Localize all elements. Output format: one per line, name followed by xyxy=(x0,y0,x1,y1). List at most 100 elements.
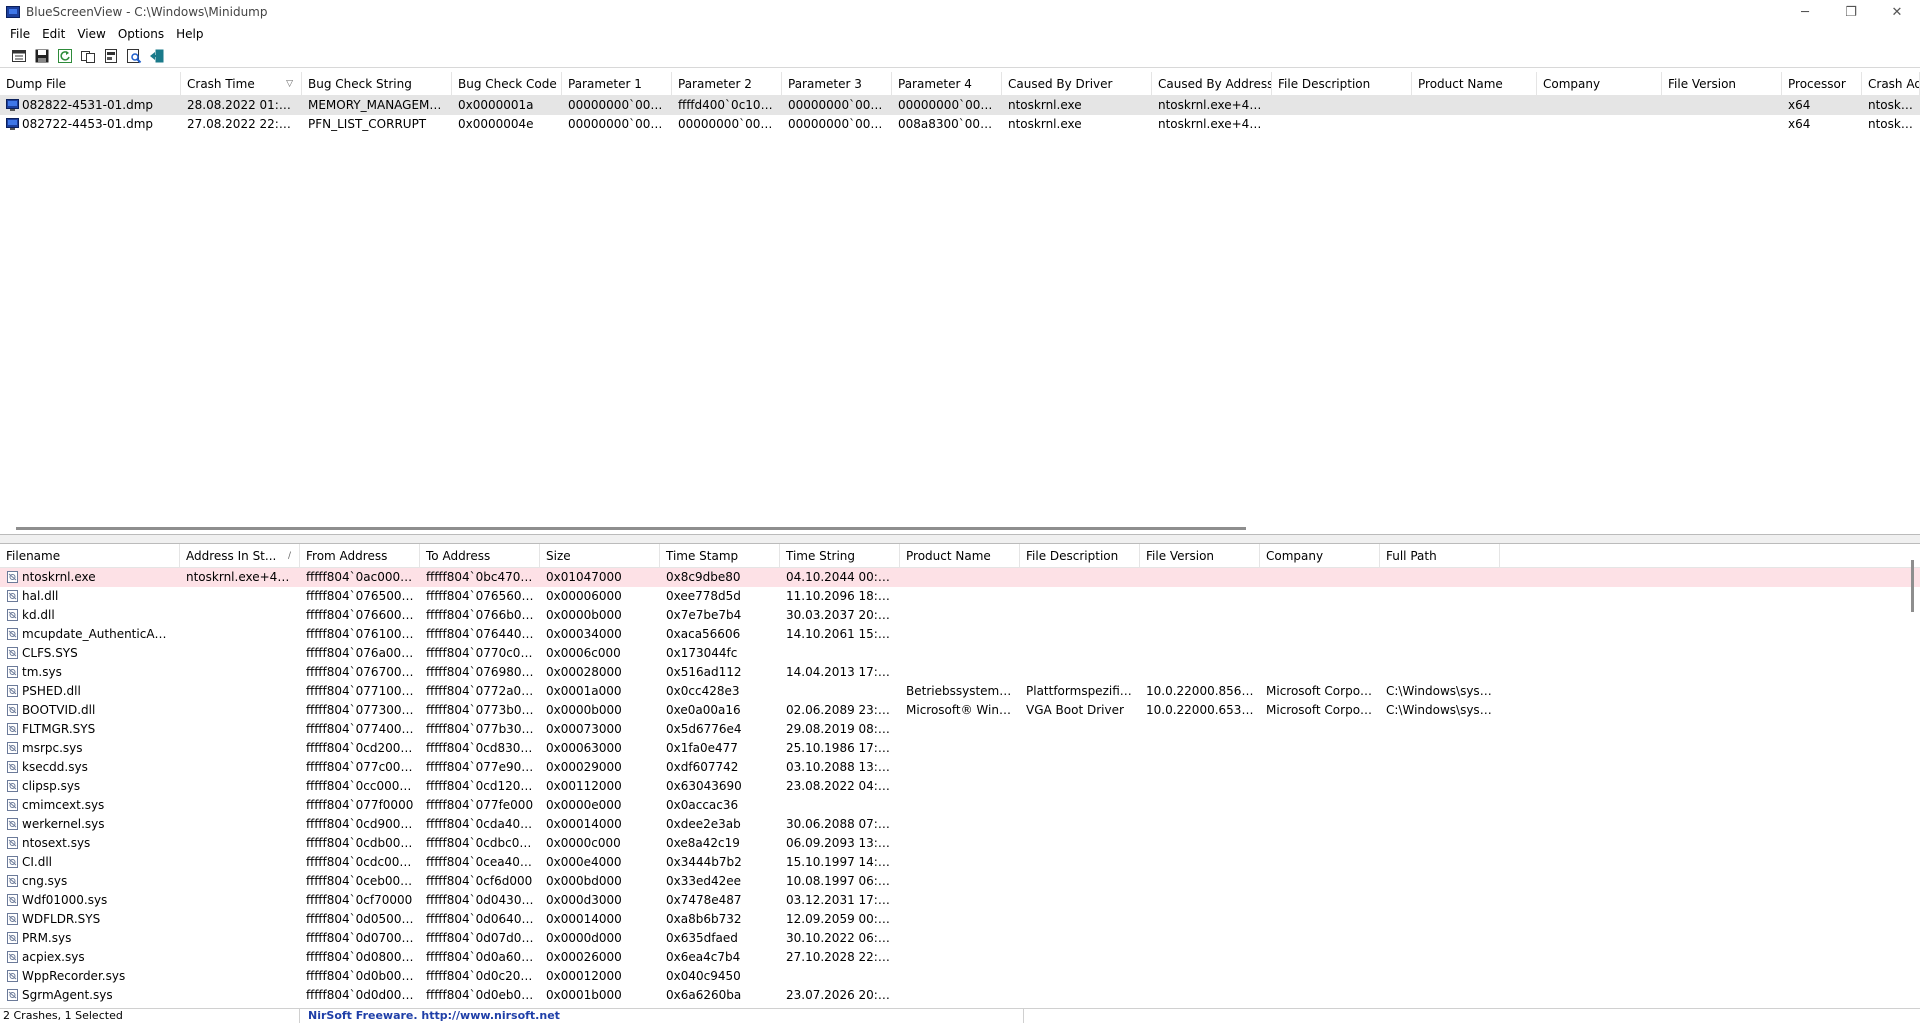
table-row[interactable]: BOOTVID.dll fffff804`07730000 fffff804`077… xyxy=(0,701,1920,720)
table-cell: 10.0.22000.653 (Wi... xyxy=(1146,703,1260,717)
lower-column-header[interactable]: Product Name xyxy=(900,544,1020,567)
table-row[interactable]: clipsp.sys fffff804`0cc00000 fffff804`0cd1… xyxy=(0,777,1920,796)
table-row[interactable]: 082722-4453-01.dmp 27.08.2022 22:25:13 PFN… xyxy=(0,115,1920,134)
lower-column-header[interactable]: Full Path xyxy=(1380,544,1500,567)
restore-button[interactable]: ❐ xyxy=(1828,0,1874,24)
cell-text: 082822-4531-01.dmp xyxy=(22,98,154,112)
table-row[interactable]: CI.dll fffff804`0cdc0000 fffff804`0cea4000… xyxy=(0,853,1920,872)
table-cell: ntoskrnl.exe+4d8b... xyxy=(186,570,300,584)
lower-column-header[interactable]: File Version xyxy=(1140,544,1260,567)
menu-options[interactable]: Options xyxy=(112,24,170,44)
menu-help[interactable]: Help xyxy=(170,24,209,44)
table-row[interactable]: SgrmAgent.sys fffff804`0d0d0000 fffff804`0… xyxy=(0,986,1920,1005)
table-row[interactable]: cng.sys fffff804`0ceb0000 fffff804`0cf6d00… xyxy=(0,872,1920,891)
table-row[interactable]: 082822-4531-01.dmp 28.08.2022 01:03:21 MEM… xyxy=(0,96,1920,115)
find-button[interactable] xyxy=(123,46,145,66)
table-cell xyxy=(1260,815,1380,834)
table-row[interactable]: WDFLDR.SYS fffff804`0d050000 fffff804`0d06… xyxy=(0,910,1920,929)
upper-column-header[interactable]: Crash Time ▽ xyxy=(181,72,302,95)
upper-column-header[interactable]: File Description xyxy=(1272,72,1412,95)
table-row[interactable]: mcupdate_AuthenticAMD.dll fffff804`076100… xyxy=(0,625,1920,644)
table-row[interactable]: CLFS.SYS fffff804`076a0000 fffff804`0770c0… xyxy=(0,644,1920,663)
table-row[interactable]: PRM.sys fffff804`0d070000 fffff804`0d07d00… xyxy=(0,929,1920,948)
table-cell: 0x7e7be7b4 xyxy=(666,608,742,622)
table-cell xyxy=(1380,967,1500,986)
driver-list-vertical-scrollbar[interactable] xyxy=(1911,560,1914,612)
table-row[interactable]: ntosext.sys fffff804`0cdb0000 fffff804`0cd… xyxy=(0,834,1920,853)
table-row[interactable]: acpiex.sys fffff804`0d080000 fffff804`0d0a… xyxy=(0,948,1920,967)
table-cell: 14.10.2061 15:05:10 xyxy=(786,627,900,641)
lower-column-header[interactable]: Address In St... ∕ xyxy=(180,544,300,567)
table-row[interactable]: werkernel.sys fffff804`0cd90000 fffff804`0… xyxy=(0,815,1920,834)
table-cell xyxy=(180,910,300,929)
menu-view[interactable]: View xyxy=(71,24,111,44)
lower-column-header[interactable]: Time String xyxy=(780,544,900,567)
table-cell xyxy=(1140,910,1260,929)
table-cell: fffff804`0cea4000 xyxy=(426,855,536,869)
upper-column-header[interactable]: Bug Check String xyxy=(302,72,452,95)
copy-button[interactable] xyxy=(77,46,99,66)
table-row[interactable]: hal.dll fffff804`07650000 fffff804`0765600… xyxy=(0,587,1920,606)
save-button[interactable] xyxy=(31,46,53,66)
upper-column-header[interactable]: Crash Add xyxy=(1862,72,1920,95)
lower-column-header[interactable]: File Description xyxy=(1020,544,1140,567)
table-row[interactable]: ksecdd.sys fffff804`077c0000 fffff804`077e… xyxy=(0,758,1920,777)
table-row[interactable]: ntoskrnl.exe ntoskrnl.exe+4d8b... fffff804… xyxy=(0,568,1920,587)
upper-column-header[interactable]: Parameter 1 xyxy=(562,72,672,95)
table-cell xyxy=(1020,948,1140,967)
lower-column-header[interactable]: Size xyxy=(540,544,660,567)
lower-column-header[interactable]: Filename xyxy=(0,544,180,567)
refresh-button[interactable] xyxy=(54,46,76,66)
table-row[interactable]: msrpc.sys fffff804`0cd20000 fffff804`0cd83… xyxy=(0,739,1920,758)
lower-column-header[interactable]: To Address xyxy=(420,544,540,567)
menu-file[interactable]: File xyxy=(4,24,36,44)
upper-column-header[interactable]: File Version xyxy=(1662,72,1782,95)
table-cell: 082822-4531-01.dmp xyxy=(0,96,181,115)
lower-column-header[interactable]: Company xyxy=(1260,544,1380,567)
upper-column-header[interactable]: Caused By Address xyxy=(1152,72,1272,95)
upper-column-header[interactable]: Bug Check Code xyxy=(452,72,562,95)
table-cell: fffff804`0cda4000 xyxy=(426,817,536,831)
table-cell xyxy=(1380,815,1500,834)
upper-column-header[interactable]: Dump File xyxy=(0,72,181,95)
table-row[interactable]: Wdf01000.sys fffff804`0cf70000 fffff804`0d… xyxy=(0,891,1920,910)
upper-column-header[interactable]: Product Name xyxy=(1412,72,1537,95)
table-row[interactable]: FLTMGR.SYS fffff804`07740000 fffff804`077b… xyxy=(0,720,1920,739)
table-cell xyxy=(1020,891,1140,910)
pane-splitter[interactable] xyxy=(0,535,1920,543)
module-file-icon xyxy=(7,970,18,982)
upper-column-header[interactable]: Processor xyxy=(1782,72,1862,95)
lower-column-header[interactable]: From Address xyxy=(300,544,420,567)
table-row[interactable]: cmimcext.sys fffff804`077f0000 fffff804`07… xyxy=(0,796,1920,815)
exit-button[interactable] xyxy=(146,46,168,66)
upper-column-header[interactable]: Parameter 3 xyxy=(782,72,892,95)
table-cell: cmimcext.sys xyxy=(0,796,180,815)
minimize-button[interactable]: ─ xyxy=(1782,0,1828,24)
upper-column-header[interactable]: Parameter 2 xyxy=(672,72,782,95)
table-row[interactable]: kd.dll fffff804`07660000 fffff804`0766b000… xyxy=(0,606,1920,625)
table-row[interactable]: tm.sys fffff804`07670000 fffff804`07698000… xyxy=(0,663,1920,682)
table-row[interactable]: WppRecorder.sys fffff804`0d0b0000 fffff804… xyxy=(0,967,1920,986)
crash-list-horizontal-scrollbar[interactable] xyxy=(16,527,1246,530)
module-file-icon xyxy=(7,609,18,621)
table-row[interactable]: PSHED.dll fffff804`07710000 fffff804`0772a… xyxy=(0,682,1920,701)
properties-button[interactable] xyxy=(8,46,30,66)
cell-text: WDFLDR.SYS xyxy=(22,912,101,926)
crash-list[interactable]: Dump File Crash Time ▽ Bug Check String Bug … xyxy=(0,72,1920,535)
upper-column-header[interactable]: Parameter 4 xyxy=(892,72,1002,95)
module-file-icon xyxy=(7,742,18,754)
upper-column-header[interactable]: Company xyxy=(1537,72,1662,95)
menu-edit[interactable]: Edit xyxy=(36,24,71,44)
html-report-button[interactable] xyxy=(100,46,122,66)
cell-text: PSHED.dll xyxy=(22,684,81,698)
table-cell: 0x00028000 xyxy=(546,665,622,679)
table-cell: 0x0000e000 xyxy=(546,798,622,812)
driver-list[interactable]: Filename Address In St... ∕ From Address To … xyxy=(0,543,1920,1008)
lower-column-header[interactable]: Time Stamp xyxy=(660,544,780,567)
table-cell: 12.09.2059 00:58:58 xyxy=(786,912,900,926)
table-cell: fffff804`0d070000 xyxy=(306,931,417,945)
status-nirsoft-link[interactable]: NirSoft Freeware. http://www.nirsoft.net xyxy=(300,1009,1024,1023)
upper-column-header[interactable]: Caused By Driver xyxy=(1002,72,1152,95)
close-button[interactable]: ✕ xyxy=(1874,0,1920,24)
table-cell xyxy=(1272,115,1412,134)
